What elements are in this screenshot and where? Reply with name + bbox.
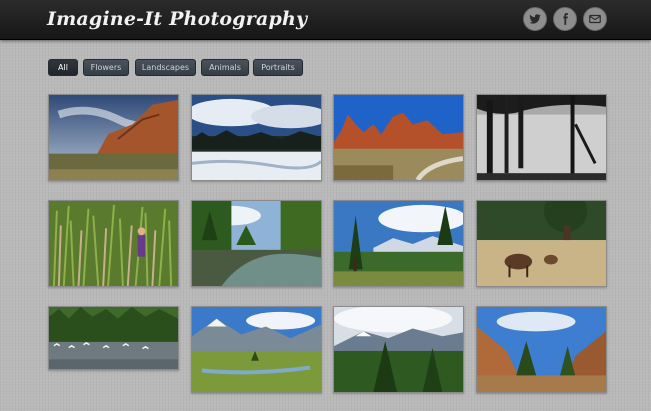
filter-animals-button[interactable]: Animals bbox=[201, 59, 249, 76]
twitter-button[interactable] bbox=[523, 7, 547, 31]
photo-birds-over-river[interactable] bbox=[48, 306, 179, 370]
twitter-icon bbox=[529, 14, 541, 24]
photo-snowy-peaks[interactable] bbox=[333, 306, 464, 393]
photo-pine-meadow[interactable] bbox=[333, 200, 464, 287]
photo-red-rock-cliff[interactable] bbox=[48, 94, 179, 181]
photo-tree-silhouettes[interactable] bbox=[476, 94, 607, 181]
filter-portraits-button[interactable]: Portraits bbox=[253, 59, 303, 76]
filter-flowers-button[interactable]: Flowers bbox=[83, 59, 129, 76]
photo-mountain-valley[interactable] bbox=[191, 306, 322, 393]
photo-rocky-canyon[interactable] bbox=[476, 306, 607, 393]
filter-landscapes-button[interactable]: Landscapes bbox=[135, 59, 196, 76]
photo-elk-grazing[interactable] bbox=[476, 200, 607, 287]
filter-all-button[interactable]: All bbox=[48, 59, 78, 76]
photo-forest-stream[interactable] bbox=[191, 200, 322, 287]
email-button[interactable] bbox=[583, 7, 607, 31]
facebook-button[interactable] bbox=[553, 7, 577, 31]
site-title[interactable]: Imagine-It Photography bbox=[47, 8, 307, 30]
photo-gallery bbox=[48, 94, 607, 394]
photo-snowy-field[interactable] bbox=[191, 94, 322, 181]
email-icon bbox=[589, 14, 601, 24]
facebook-icon bbox=[563, 13, 568, 25]
header-bar: Imagine-It Photography bbox=[0, 0, 651, 40]
photo-child-in-grass[interactable] bbox=[48, 200, 179, 287]
photo-red-rock-formations[interactable] bbox=[333, 94, 464, 181]
